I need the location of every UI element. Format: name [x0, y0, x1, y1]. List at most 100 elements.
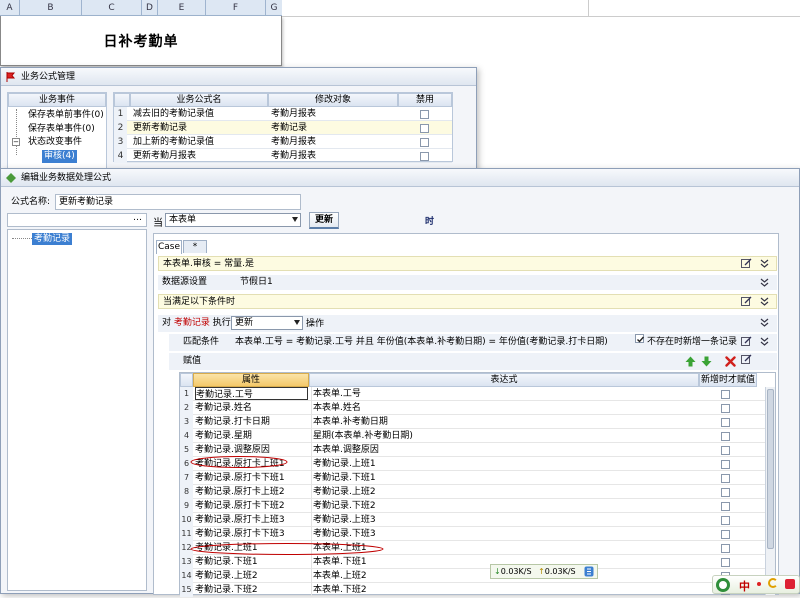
attribute-cell[interactable]: 考勤记录.原打卡上班3: [195, 513, 308, 526]
col-header-name[interactable]: 业务公式名: [130, 93, 268, 107]
new-only-checkbox[interactable]: [721, 556, 730, 570]
new-only-checkbox[interactable]: [721, 514, 730, 528]
expression-cell[interactable]: 考勤记录.下班1: [311, 471, 697, 485]
when-object-select[interactable]: 本表单: [165, 213, 301, 227]
edit-icon[interactable]: [741, 336, 752, 347]
event-item[interactable]: 保存表单事件(0): [28, 123, 95, 136]
formula-row[interactable]: 2 更新考勤记录 考勤记录: [114, 121, 452, 135]
vertical-scrollbar[interactable]: [765, 387, 775, 595]
expand-icon[interactable]: [760, 318, 769, 327]
expression-cell[interactable]: 考勤记录.下班2: [311, 499, 697, 513]
more-icon[interactable]: …: [133, 213, 143, 223]
new-only-checkbox[interactable]: [721, 528, 730, 542]
expand-icon[interactable]: [760, 259, 769, 268]
column-f[interactable]: F: [206, 0, 266, 16]
attribute-cell[interactable]: 考勤记录.原打卡下班1: [195, 471, 308, 484]
assign-row-item[interactable]: 11 考勤记录.原打卡下班3 考勤记录.下班3: [180, 527, 765, 541]
expression-cell[interactable]: 考勤记录.上班3: [311, 513, 697, 527]
event-item[interactable]: 保存表单前事件(0): [28, 109, 104, 122]
attribute-cell[interactable]: 考勤记录.原打卡下班2: [195, 499, 308, 512]
keyboard-icon[interactable]: [785, 579, 795, 589]
assign-row-item[interactable]: 14 考勤记录.上班2 本表单.上班2: [180, 569, 765, 583]
scrollbar-thumb[interactable]: [767, 389, 774, 549]
expression-cell[interactable]: 本表单.补考勤日期: [311, 415, 697, 429]
match-condition[interactable]: 本表单.工号 = 考勤记录.工号 并且 年份值(本表单.补考勤日期) = 年份值…: [235, 334, 625, 351]
col-header-target[interactable]: 修改对象: [268, 93, 398, 107]
assign-row-item[interactable]: 10 考勤记录.原打卡上班3 考勤记录.上班3: [180, 513, 765, 527]
assign-row-item[interactable]: 1 考勤记录.工号 本表单.工号: [180, 387, 765, 401]
expression-cell[interactable]: 本表单.下班2: [311, 583, 697, 597]
spreadsheet-title-cell[interactable]: 日补考勤单: [0, 16, 282, 66]
expression-cell[interactable]: 本表单.姓名: [311, 401, 697, 415]
new-only-checkbox[interactable]: [721, 444, 730, 458]
half-width-icon[interactable]: [768, 578, 778, 588]
settings-icon[interactable]: [584, 566, 594, 577]
disabled-checkbox[interactable]: [420, 150, 429, 164]
tree-search-input[interactable]: …: [7, 213, 147, 227]
network-speed-widget[interactable]: ↓0.03K/S ↑0.03K/S: [490, 564, 598, 579]
move-down-icon[interactable]: [701, 356, 712, 367]
ime-toolbar[interactable]: 中: [712, 575, 800, 594]
attribute-cell[interactable]: 考勤记录.上班2: [195, 569, 308, 582]
punctuation-icon[interactable]: [757, 582, 761, 586]
formula-name-cell[interactable]: 加上新的考勤记录值: [133, 135, 267, 149]
formula-row[interactable]: 4 更新考勤月报表 考勤月报表: [114, 149, 452, 163]
new-only-checkbox[interactable]: [721, 486, 730, 500]
attribute-cell[interactable]: 考勤记录.原打卡上班2: [195, 485, 308, 498]
formula-target-cell[interactable]: 考勤月报表: [271, 107, 397, 121]
assign-row-item[interactable]: 13 考勤记录.下班1 本表单.下班1: [180, 555, 765, 569]
expression-cell[interactable]: 星期(本表单.补考勤日期): [311, 429, 697, 443]
exec-target[interactable]: 考勤记录: [174, 318, 210, 328]
new-only-checkbox[interactable]: [721, 430, 730, 444]
expand-icon[interactable]: [760, 297, 769, 306]
new-only-checkbox[interactable]: [721, 542, 730, 556]
attribute-cell[interactable]: 考勤记录.星期: [195, 429, 308, 442]
formula-name-cell[interactable]: 更新考勤月报表: [133, 149, 267, 163]
expression-cell[interactable]: 考勤记录.上班2: [311, 485, 697, 499]
assign-row-item[interactable]: 4 考勤记录.星期 星期(本表单.补考勤日期): [180, 429, 765, 443]
edit-icon[interactable]: [741, 354, 752, 365]
tab-new[interactable]: *: [183, 240, 207, 253]
editor-titlebar[interactable]: 编辑业务数据处理公式: [1, 169, 799, 187]
edit-icon[interactable]: [741, 296, 752, 307]
formula-target-cell[interactable]: 考勤记录: [271, 121, 397, 135]
column-e[interactable]: E: [158, 0, 206, 16]
move-up-icon[interactable]: [685, 356, 696, 367]
assign-row-item[interactable]: 7 考勤记录.原打卡下班1 考勤记录.下班1: [180, 471, 765, 485]
formula-row[interactable]: 3 加上新的考勤记录值 考勤月报表: [114, 135, 452, 149]
formula-target-cell[interactable]: 考勤月报表: [271, 149, 397, 163]
expression-cell[interactable]: 考勤记录.上班1: [311, 457, 697, 471]
assign-row-item[interactable]: 8 考勤记录.原打卡上班2 考勤记录.上班2: [180, 485, 765, 499]
formula-name-cell[interactable]: 减去旧的考勤记录值: [133, 107, 267, 121]
formula-name-input[interactable]: 更新考勤记录: [55, 194, 301, 210]
new-only-checkbox[interactable]: [721, 472, 730, 486]
attribute-cell[interactable]: 考勤记录.姓名: [195, 401, 308, 414]
ime-mode-label[interactable]: 中: [739, 578, 750, 594]
tab-case[interactable]: Case: [156, 240, 182, 254]
no-exist-checkbox[interactable]: [635, 334, 645, 343]
assign-row-item[interactable]: 3 考勤记录.打卡日期 本表单.补考勤日期: [180, 415, 765, 429]
event-item[interactable]: 状态改变事件: [28, 136, 82, 149]
formula-manager-titlebar[interactable]: 业务公式管理: [1, 68, 476, 86]
attribute-cell[interactable]: 考勤记录.下班2: [195, 583, 308, 596]
new-only-checkbox[interactable]: [721, 416, 730, 430]
disabled-checkbox[interactable]: [420, 122, 429, 136]
new-only-checkbox[interactable]: [721, 458, 730, 472]
satisfy-row[interactable]: 当满足以下条件时: [158, 294, 777, 309]
expand-icon[interactable]: [760, 278, 769, 287]
expression-cell[interactable]: 本表单.调整原因: [311, 443, 697, 457]
column-a[interactable]: A: [0, 0, 20, 16]
col-header-new-only[interactable]: 新增时才赋值: [699, 373, 757, 387]
formula-row[interactable]: 1 减去旧的考勤记录值 考勤月报表: [114, 107, 452, 121]
disabled-checkbox[interactable]: [420, 108, 429, 122]
edit-icon[interactable]: [741, 258, 752, 269]
col-header-disabled[interactable]: 禁用: [398, 93, 452, 107]
column-d[interactable]: D: [142, 0, 158, 16]
assign-row-item[interactable]: 15 考勤记录.下班2 本表单.下班2: [180, 583, 765, 597]
attribute-cell[interactable]: 考勤记录.原打卡下班3: [195, 527, 308, 540]
expression-cell[interactable]: 本表单.工号: [311, 387, 697, 401]
column-b[interactable]: B: [20, 0, 82, 16]
exec-action-select[interactable]: 更新: [231, 316, 303, 330]
tree-item-attendance[interactable]: 考勤记录: [32, 233, 73, 245]
col-header-attribute[interactable]: 属性: [193, 373, 309, 387]
